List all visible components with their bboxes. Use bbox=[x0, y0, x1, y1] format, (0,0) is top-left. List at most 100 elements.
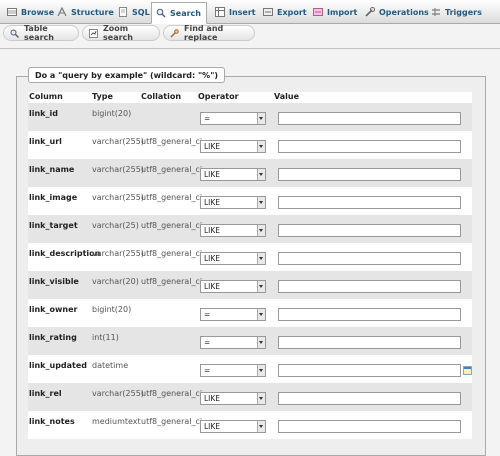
structure-icon bbox=[57, 6, 67, 17]
import-icon bbox=[313, 7, 323, 17]
operator-value: LIKE bbox=[204, 142, 221, 151]
header-column: Column bbox=[29, 92, 63, 101]
tab-label: Search bbox=[170, 8, 201, 18]
column-type: varchar(20) bbox=[92, 277, 139, 286]
top-tab-bar: Browse Structure SQL Search Insert Expor… bbox=[0, 0, 500, 24]
chevron-down-icon bbox=[257, 365, 265, 376]
tab-label: SQL bbox=[132, 7, 150, 17]
operator-select[interactable]: = bbox=[200, 308, 266, 321]
search-icon bbox=[10, 29, 19, 38]
column-collation: utf8_general_ci bbox=[141, 249, 203, 258]
value-input[interactable] bbox=[278, 364, 461, 377]
header-collation: Collation bbox=[141, 92, 182, 101]
fieldset-legend: Do a "query by example" (wildcard: "%") bbox=[28, 67, 226, 83]
operator-select[interactable]: = bbox=[200, 336, 266, 349]
calendar-icon[interactable] bbox=[463, 366, 472, 375]
table-row: link_rating int(11) = bbox=[28, 327, 472, 355]
operator-select[interactable]: LIKE bbox=[200, 420, 266, 433]
column-type: varchar(255) bbox=[92, 389, 144, 398]
table-row: link_url varchar(255) utf8_general_ci LIKE bbox=[28, 131, 472, 159]
column-collation: utf8_general_ci bbox=[141, 137, 203, 146]
operator-select[interactable]: = bbox=[200, 364, 266, 377]
column-collation: utf8_general_ci bbox=[141, 221, 203, 230]
operator-value: LIKE bbox=[204, 198, 221, 207]
column-type: varchar(255) bbox=[92, 165, 144, 174]
column-collation: utf8_general_ci bbox=[141, 389, 203, 398]
operator-value: LIKE bbox=[204, 170, 221, 179]
subtab-label: Table search bbox=[24, 24, 54, 42]
column-type: bigint(20) bbox=[92, 109, 132, 118]
tab-search[interactable]: Search bbox=[151, 2, 207, 24]
value-input[interactable] bbox=[278, 112, 461, 125]
table-row: link_notes mediumtext utf8_general_ci LIKE bbox=[28, 411, 472, 439]
chevron-down-icon bbox=[257, 393, 265, 404]
subtab-find-replace[interactable]: Find and replace bbox=[163, 24, 255, 42]
header-operator: Operator bbox=[198, 92, 239, 101]
tab-import[interactable]: Import bbox=[308, 2, 358, 22]
operator-value: LIKE bbox=[204, 282, 221, 291]
column-name: link_name bbox=[29, 165, 75, 174]
column-type: varchar(255) bbox=[92, 137, 144, 146]
operator-value: = bbox=[204, 114, 211, 123]
column-type: varchar(255) bbox=[92, 249, 144, 258]
subtab-zoom-search[interactable]: Zoom search bbox=[82, 24, 160, 42]
operator-select[interactable]: LIKE bbox=[200, 224, 266, 237]
table-row: link_name varchar(255) utf8_general_ci LIKE bbox=[28, 159, 472, 187]
value-input[interactable] bbox=[278, 420, 461, 433]
column-name: link_rel bbox=[29, 389, 62, 398]
tab-structure[interactable]: Structure bbox=[52, 2, 114, 22]
value-input[interactable] bbox=[278, 196, 461, 209]
operator-select[interactable]: LIKE bbox=[200, 392, 266, 405]
column-type: varchar(25) bbox=[92, 221, 139, 230]
chevron-down-icon bbox=[257, 141, 265, 152]
operator-select[interactable]: LIKE bbox=[200, 140, 266, 153]
operator-select[interactable]: LIKE bbox=[200, 280, 266, 293]
value-input[interactable] bbox=[278, 280, 461, 293]
column-name: link_updated bbox=[29, 361, 88, 370]
chevron-down-icon bbox=[257, 421, 265, 432]
operator-select[interactable]: LIKE bbox=[200, 196, 266, 209]
value-input[interactable] bbox=[278, 140, 461, 153]
operator-value: LIKE bbox=[204, 394, 221, 403]
triggers-icon bbox=[431, 7, 441, 17]
table-row: link_visible varchar(20) utf8_general_ci LI… bbox=[28, 271, 472, 299]
operator-select[interactable]: LIKE bbox=[200, 252, 266, 265]
tab-sql[interactable]: SQL bbox=[113, 2, 150, 22]
operator-value: LIKE bbox=[204, 254, 221, 263]
column-type: mediumtext bbox=[92, 417, 141, 426]
value-input[interactable] bbox=[278, 336, 461, 349]
tab-triggers[interactable]: Triggers bbox=[426, 2, 486, 22]
operator-value: = bbox=[204, 366, 211, 375]
tab-insert[interactable]: Insert bbox=[210, 2, 256, 22]
insert-icon bbox=[215, 7, 225, 17]
zoom-icon bbox=[89, 28, 98, 38]
export-icon bbox=[263, 7, 273, 17]
tab-export[interactable]: Export bbox=[258, 2, 307, 22]
operator-value: LIKE bbox=[204, 226, 221, 235]
chevron-down-icon bbox=[257, 309, 265, 320]
column-collation: utf8_general_ci bbox=[141, 277, 203, 286]
replace-icon bbox=[170, 28, 179, 38]
subtab-label: Find and replace bbox=[184, 24, 224, 42]
tab-label: Export bbox=[277, 7, 307, 17]
value-input[interactable] bbox=[278, 252, 461, 265]
value-input[interactable] bbox=[278, 168, 461, 181]
chevron-down-icon bbox=[257, 253, 265, 264]
operator-select[interactable]: LIKE bbox=[200, 168, 266, 181]
table-row: link_target varchar(25) utf8_general_ci LIK… bbox=[28, 215, 472, 243]
operator-select[interactable]: = bbox=[200, 112, 266, 125]
value-input[interactable] bbox=[278, 308, 461, 321]
tab-label: Insert bbox=[229, 7, 256, 17]
value-input[interactable] bbox=[278, 392, 461, 405]
column-type: datetime bbox=[92, 361, 129, 370]
value-input[interactable] bbox=[278, 224, 461, 237]
tab-operations[interactable]: Operations bbox=[360, 2, 429, 22]
tab-browse[interactable]: Browse bbox=[2, 2, 54, 22]
chevron-down-icon bbox=[257, 197, 265, 208]
operations-icon bbox=[365, 7, 375, 17]
subtab-table-search[interactable]: Table search bbox=[3, 24, 79, 42]
column-name: link_visible bbox=[29, 277, 79, 286]
column-type: int(11) bbox=[92, 333, 119, 342]
table-row: link_owner bigint(20) = bbox=[28, 299, 472, 327]
tab-label: Triggers bbox=[445, 7, 482, 17]
